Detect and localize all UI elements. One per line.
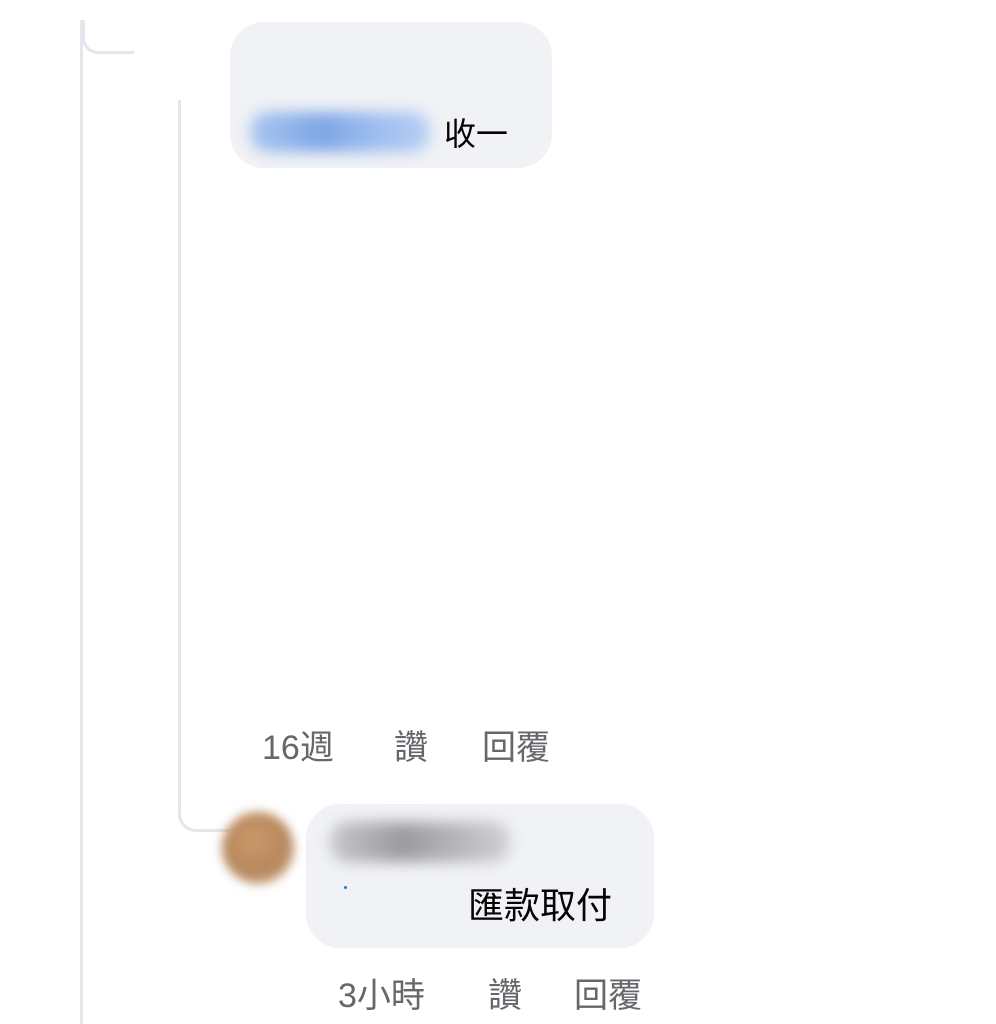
- mention-link[interactable]: [250, 112, 430, 152]
- like-button[interactable]: 讚: [488, 976, 522, 1016]
- like-button[interactable]: 讚: [394, 728, 428, 768]
- thread-line: [80, 20, 83, 1024]
- comment-timestamp[interactable]: 3小時: [338, 976, 425, 1016]
- avatar[interactable]: [222, 812, 294, 884]
- comment-text: 收一: [444, 116, 509, 152]
- comment-timestamp[interactable]: 16週: [262, 728, 334, 768]
- author-name[interactable]: [330, 822, 510, 862]
- reply-button[interactable]: 回覆: [574, 976, 642, 1016]
- comment-text: 匯款取付: [468, 885, 613, 926]
- thread-connector-top: [82, 20, 134, 54]
- reply-button[interactable]: 回覆: [482, 728, 550, 768]
- thread-connector-reply: [178, 100, 230, 832]
- decorative-dot: [344, 886, 347, 889]
